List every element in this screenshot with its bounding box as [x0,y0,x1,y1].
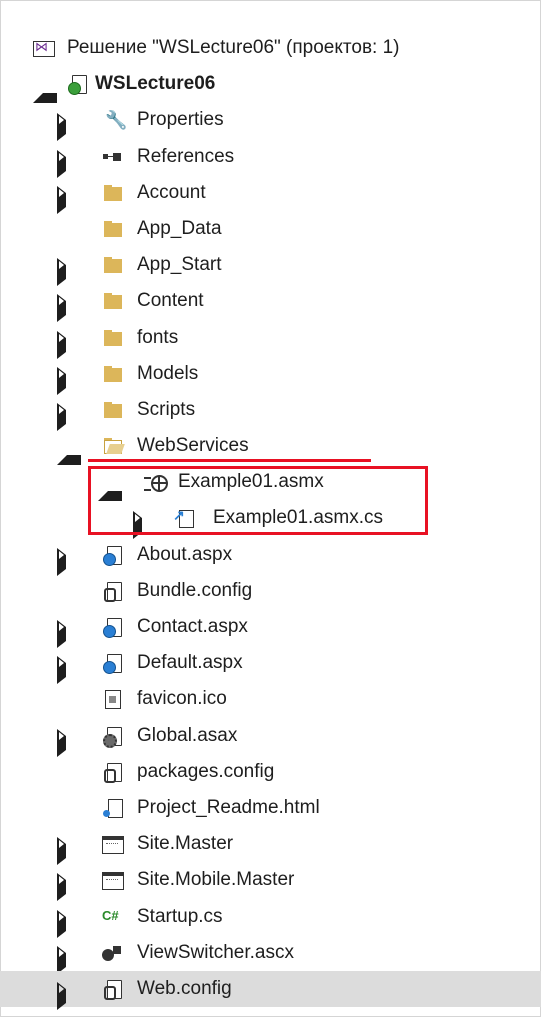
tree-item[interactable]: Account [0,175,541,214]
collapsed-arrow-icon[interactable] [57,945,80,974]
wrench-icon: 🔧 [105,110,128,131]
tree-item-label: App_Data [137,217,222,239]
folder-icon [102,218,124,240]
tree-item-label: Contact.aspx [137,616,248,637]
config-file-icon [102,580,124,602]
tree-item-label: Scripts [137,398,196,420]
collapsed-arrow-icon[interactable] [57,909,80,938]
config-file-icon [102,761,124,783]
tree-item-label: Account [137,181,206,203]
tree-item[interactable]: WSLecture06 [0,66,541,104]
tree-item[interactable]: Web.config [0,970,541,1010]
aspx-page-icon [102,544,124,566]
aspx-page-icon [102,616,124,638]
collapsed-arrow-icon[interactable] [57,402,80,431]
collapsed-arrow-icon[interactable] [57,366,80,395]
tree-item-label: Web.config [137,977,232,999]
collapsed-arrow-icon[interactable] [57,837,80,866]
tree-item[interactable]: Scripts [0,392,541,431]
collapsed-arrow-icon[interactable] [57,149,80,178]
tree-item[interactable]: 🔧 Properties [0,102,541,142]
tree-item[interactable]: About.aspx [0,537,541,576]
master-page-icon [102,833,124,855]
tree-item[interactable]: Global.asax [0,718,541,757]
collapsed-arrow-icon[interactable] [57,113,80,142]
tree-item[interactable]: Bundle.config [0,573,541,609]
tree-item[interactable]: Решение "WSLecture06" (проектов: 1) [0,30,541,66]
tree-item[interactable]: C# Startup.cs [0,899,541,938]
tree-item-label: Bundle.config [137,579,253,601]
folder-icon [102,254,124,276]
folder-icon [102,290,124,312]
tree-item[interactable]: favicon.ico [0,681,541,717]
icon-file-icon [102,688,124,710]
tree-item-label: packages.config [137,760,275,782]
collapsed-arrow-icon[interactable] [57,981,80,1010]
master-page-icon [102,869,124,891]
tree-item-label: Project_Readme.html [137,796,320,818]
references-icon [102,146,124,168]
tree-item[interactable]: packages.config [0,754,541,790]
tree-item-label: WSLecture06 [95,73,216,95]
tree-item-label: fonts [137,326,179,348]
collapsed-arrow-icon[interactable] [57,656,80,685]
red-underline-annotation [88,459,371,462]
aspx-page-icon [102,652,124,675]
tree-item-label: favicon.ico [137,688,227,710]
tree-item[interactable]: App_Data [0,211,541,247]
tree-item[interactable]: Content [0,283,541,323]
collapsed-arrow-icon[interactable] [57,620,80,648]
tree-item[interactable]: fonts [0,320,541,359]
collapsed-arrow-icon[interactable] [57,330,80,359]
solution-icon [33,37,55,59]
html-file-icon [102,797,124,819]
tree-item-label: Site.Mobile.Master [137,869,295,891]
folder-icon [102,327,124,349]
csharp-icon: C# [102,907,119,923]
tree-item-label: References [137,145,235,167]
folder-icon [102,363,124,385]
tree-item[interactable]: Contact.aspx [0,609,541,648]
expanded-arrow-icon[interactable] [57,441,81,466]
tree-item-label: ViewSwitcher.ascx [137,941,294,963]
tree-item-label: Models [137,362,199,384]
tree-item-label: About.aspx [137,543,233,565]
collapsed-arrow-icon[interactable] [57,873,80,902]
folder-icon [102,182,124,204]
global-asax-icon [102,725,124,748]
config-file-icon [102,978,124,1000]
tree-item-label: WebServices [137,435,249,457]
tree-item-label: Global.asax [137,724,238,746]
tree-item-label: Content [137,290,204,312]
tree-item-label: Site.Master [137,833,234,855]
tree-item[interactable]: Project_Readme.html [0,790,541,826]
web-project-icon [67,73,89,96]
tree-item[interactable]: References [0,139,541,178]
red-box-annotation [88,466,428,535]
tree-item[interactable]: Models [0,356,541,395]
collapsed-arrow-icon[interactable] [57,728,80,757]
tree-item-label: Properties [137,109,224,131]
tree-item-label: Решение "WSLecture06" (проектов: 1) [67,37,400,58]
tree-item[interactable]: Default.aspx [0,645,541,685]
expanded-arrow-icon[interactable] [33,79,57,104]
collapsed-arrow-icon[interactable] [57,547,80,576]
collapsed-arrow-icon[interactable] [57,294,80,323]
tree-item[interactable]: App_Start [0,247,541,287]
tree-item-label: Startup.cs [137,905,223,927]
user-control-icon [102,942,124,964]
folder-open-icon [102,435,125,457]
collapsed-arrow-icon[interactable] [57,185,80,214]
collapsed-arrow-icon[interactable] [57,258,80,287]
folder-icon [102,399,124,421]
tree-item-label: App_Start [137,254,222,276]
tree-item[interactable]: Site.Master [0,826,541,866]
tree-item-label: Default.aspx [137,652,243,674]
tree-item[interactable]: ViewSwitcher.ascx [0,935,541,974]
tree-item[interactable]: Site.Mobile.Master [0,862,541,902]
